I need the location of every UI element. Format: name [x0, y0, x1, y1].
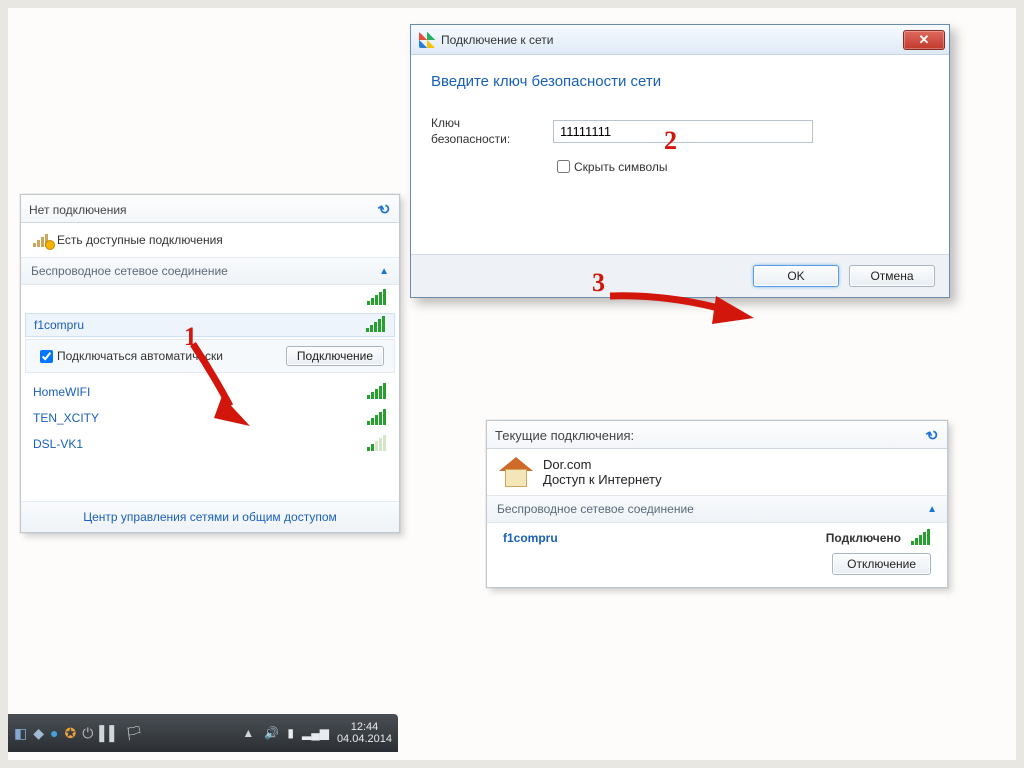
battery-icon[interactable]: ▮	[287, 726, 294, 740]
header-title: Текущие подключения:	[495, 428, 634, 443]
network-name: DSL-VK1	[33, 437, 83, 451]
signal-icon	[367, 291, 387, 305]
dialog-title-text: Подключение к сети	[441, 33, 553, 47]
tray-icon[interactable]: ◆	[33, 725, 44, 742]
dialog-body: Введите ключ безопасности сети Ключ безо…	[411, 55, 949, 254]
signal-icon	[366, 318, 386, 332]
cancel-button[interactable]: Отмена	[849, 265, 935, 287]
connected-network-row[interactable]: f1compru Подключено	[487, 523, 947, 553]
network-tray-icon[interactable]: ▂▄▆	[302, 726, 329, 740]
header-title: Нет подключения	[29, 203, 127, 217]
hide-chars-checkbox[interactable]	[557, 160, 570, 173]
wifi-warn-icon	[33, 233, 51, 247]
disconnect-button[interactable]: Отключение	[832, 553, 931, 575]
connect-dialog: Подключение к сети ✕ Введите ключ безопа…	[410, 24, 950, 298]
tray-overflow-icon[interactable]: ▲	[242, 726, 256, 740]
access-label: Доступ к Интернету	[543, 472, 662, 487]
dialog-prompt: Введите ключ безопасности сети	[431, 73, 929, 90]
security-key-input[interactable]	[553, 120, 813, 143]
taskbar: ◧ ◆ ● ✪ ⏻ ▌▌ 🏳 ▲ 🔊 ▮ ▂▄▆ 12:44 04.04.201…	[8, 714, 398, 752]
network-flyout-connected: Текущие подключения: ↻ Dor.com Доступ к …	[486, 420, 948, 588]
tray-icon[interactable]: ◧	[14, 725, 27, 742]
chevron-up-icon: ▲	[379, 266, 389, 277]
network-name: f1compru	[503, 531, 558, 545]
clock-date: 04.04.2014	[337, 733, 392, 745]
wireless-section-header[interactable]: Беспроводное сетевое соединение ▲	[487, 495, 947, 523]
volume-icon[interactable]: 🔊	[264, 726, 279, 740]
close-icon[interactable]: ✕	[903, 30, 945, 50]
chevron-up-icon: ▲	[927, 504, 937, 515]
signal-icon	[367, 385, 387, 399]
tray-icon[interactable]: ⏻	[82, 725, 93, 742]
arrow-3	[598, 266, 768, 346]
clock-time: 12:44	[337, 721, 392, 733]
tray-icons: ◧ ◆ ● ✪ ⏻ ▌▌ 🏳	[14, 725, 143, 742]
security-key-row: Ключ безопасности:	[431, 116, 929, 147]
security-key-label: Ключ безопасности:	[431, 116, 541, 147]
wireless-section-header[interactable]: Беспроводное сетевое соединение ▲	[21, 257, 399, 285]
tray-icon[interactable]: 🏳	[125, 725, 143, 742]
connect-button[interactable]: Подключение	[286, 346, 384, 366]
tray-icon[interactable]: ●	[50, 725, 58, 741]
section-label: Беспроводное сетевое соединение	[31, 264, 228, 278]
signal-icon	[367, 437, 387, 451]
arrow-1	[158, 334, 268, 444]
dialog-titlebar[interactable]: Подключение к сети ✕	[411, 25, 949, 55]
flyout-header: Текущие подключения: ↻	[487, 421, 947, 449]
network-name: f1compru	[34, 318, 84, 332]
tray-icon[interactable]: ▌▌	[99, 725, 119, 741]
network-center-link[interactable]: Центр управления сетями и общим доступом	[21, 501, 399, 532]
network-name: TEN_XCITY	[33, 411, 99, 425]
availability-text: Есть доступные подключения	[57, 233, 223, 247]
signal-icon	[911, 531, 931, 545]
taskbar-clock[interactable]: 12:44 04.04.2014	[337, 721, 392, 745]
network-item[interactable]	[21, 285, 399, 311]
step-2-label: 2	[664, 126, 677, 156]
network-name: Dor.com	[543, 457, 662, 472]
hide-chars-row: Скрыть символы	[553, 157, 929, 176]
hide-chars-label: Скрыть символы	[574, 160, 668, 174]
signal-icon	[367, 411, 387, 425]
home-network-icon	[499, 457, 533, 487]
network-name: HomeWIFI	[33, 385, 90, 399]
refresh-icon[interactable]: ↻	[924, 425, 943, 446]
flyout-header: Нет подключения ↻	[21, 195, 399, 223]
current-connection-row: Dor.com Доступ к Интернету	[487, 449, 947, 495]
status-label: Подключено	[826, 531, 901, 545]
auto-connect-checkbox[interactable]	[40, 350, 53, 363]
tray-icon[interactable]: ✪	[64, 725, 76, 742]
refresh-icon[interactable]: ↻	[376, 199, 395, 220]
shield-icon	[419, 32, 435, 48]
section-label: Беспроводное сетевое соединение	[497, 502, 694, 516]
availability-row: Есть доступные подключения	[21, 223, 399, 257]
